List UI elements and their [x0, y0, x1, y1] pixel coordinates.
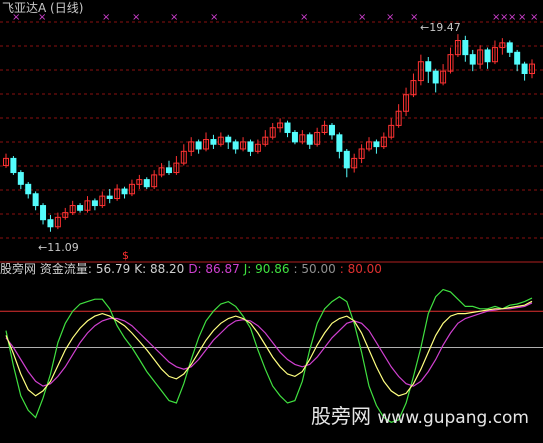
candle-body	[25, 183, 32, 195]
candle-body	[432, 70, 439, 84]
signal-marker: ×	[170, 12, 178, 23]
candle-body	[225, 136, 232, 143]
watermark-cn: 股旁网	[311, 404, 372, 428]
candle-body	[506, 42, 513, 53]
chart-canvas[interactable]: × × × × × × × × × × × × × × ×$	[0, 0, 543, 443]
candle-body	[210, 139, 217, 145]
signal-marker: ×	[518, 12, 526, 23]
signal-marker: ×	[132, 12, 140, 23]
stock-chart-window: × × × × × × × × × × × × × × × $ 飞亚达A (日线) ←19.47 ←11.09…	[0, 0, 543, 443]
candle-body	[484, 49, 491, 63]
stock-title: 飞亚达A (日线)	[2, 1, 84, 15]
candle-body	[165, 167, 172, 174]
signal-marker: ×	[300, 12, 308, 23]
candle-body	[247, 141, 254, 152]
signal-marker: ×	[508, 12, 516, 23]
indicator-j: J: 90.86	[243, 262, 290, 276]
candle-body	[195, 141, 202, 150]
candle-body	[91, 200, 98, 207]
high-price-label: ←19.47	[420, 21, 461, 34]
indicator-value: 56.79	[95, 262, 131, 276]
candle-body	[373, 141, 380, 148]
indicator-level-50: : 50.00	[293, 262, 336, 276]
low-price-label: ←11.09	[38, 241, 79, 254]
candle-body	[47, 219, 54, 228]
candle-body	[514, 51, 521, 65]
candle-body	[10, 157, 17, 174]
watermark-url: www.gupang.com	[377, 408, 529, 428]
candle-body	[521, 63, 528, 75]
candle-body	[336, 134, 343, 152]
candle-body	[17, 172, 24, 185]
candle-body	[121, 188, 128, 195]
signal-dollar: $	[122, 249, 129, 262]
candle-body	[32, 193, 39, 207]
indicator-k: K: 88.20	[134, 262, 185, 276]
candle-body	[106, 195, 113, 199]
candle-body	[232, 141, 239, 150]
candle-body	[425, 61, 432, 72]
candle-body	[328, 124, 335, 136]
indicator-line-K	[5, 300, 533, 397]
candle-body	[77, 205, 84, 211]
indicator-legend: 股旁网 资金流量: 56.79 K: 88.20 D: 86.87 J: 90.86: …	[0, 262, 386, 276]
candle-body	[291, 131, 298, 143]
indicator-name: 股旁网 资金流量:	[0, 262, 92, 276]
candle-body	[40, 205, 47, 221]
candle-body	[143, 179, 150, 188]
candle-body	[462, 40, 469, 56]
signal-marker: ×	[358, 12, 366, 23]
signal-marker: ×	[102, 12, 110, 23]
signal-marker: ×	[530, 12, 538, 23]
signal-marker: ×	[386, 12, 394, 23]
candle-body	[469, 54, 476, 65]
watermark: 股旁网 www.gupang.com	[311, 400, 529, 429]
candle-body	[306, 134, 313, 145]
candle-body	[284, 122, 291, 133]
indicator-d: D: 86.87	[188, 262, 240, 276]
candle-body	[343, 150, 350, 169]
signal-marker: ×	[210, 12, 218, 23]
indicator-level-80: : 80.00	[339, 262, 382, 276]
signal-marker: ×	[410, 12, 418, 23]
